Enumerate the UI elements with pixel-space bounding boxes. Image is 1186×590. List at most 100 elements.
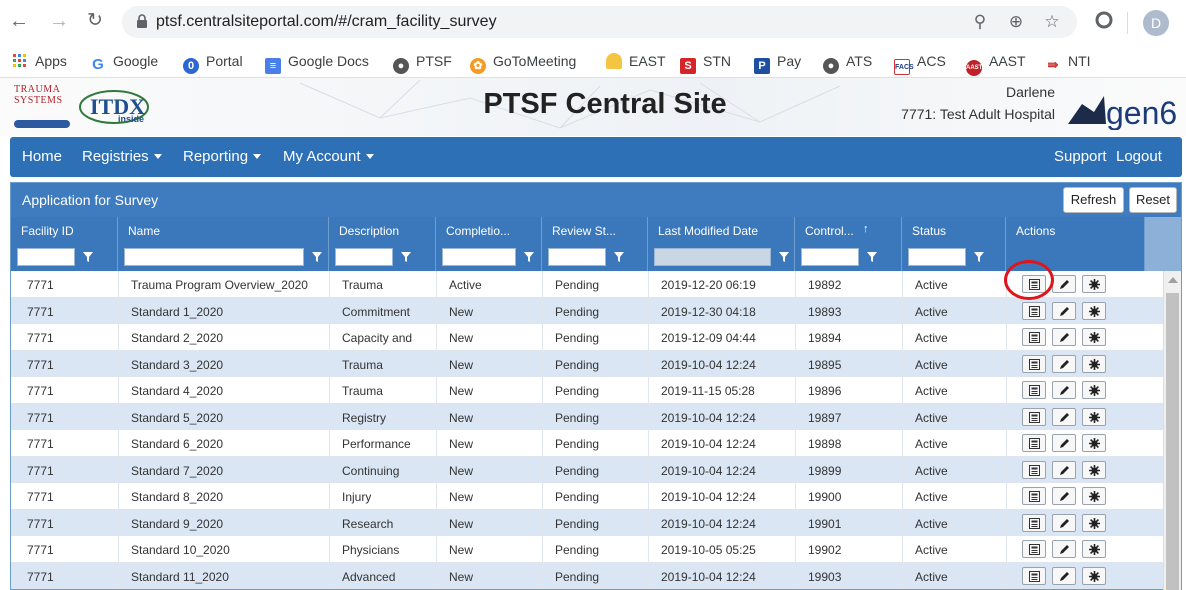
- view-button[interactable]: [1022, 513, 1046, 532]
- settings-button[interactable]: [1082, 328, 1106, 346]
- bookmark-pay[interactable]: P Pay: [754, 52, 801, 74]
- settings-button[interactable]: [1082, 407, 1106, 426]
- bookmark-apps[interactable]: Apps: [12, 52, 67, 72]
- extension-icon[interactable]: [1094, 10, 1114, 30]
- settings-button[interactable]: [1082, 434, 1106, 452]
- table-row[interactable]: 7771 Standard 8_2020 Injury New Pending 2019-…: [11, 483, 1163, 510]
- table-row[interactable]: 7771 Standard 1_2020 Commitment New Pending 2…: [11, 297, 1163, 324]
- filter-input-description[interactable]: [335, 248, 393, 266]
- table-row[interactable]: 7771 Standard 11_2020 Advanced New Pending 20…: [11, 562, 1163, 589]
- filter-input-facility-id[interactable]: [17, 248, 75, 266]
- filter-funnel-icon[interactable]: [401, 252, 411, 262]
- filter-funnel-icon[interactable]: [614, 252, 624, 262]
- filter-funnel-icon[interactable]: [779, 252, 789, 262]
- edit-button[interactable]: [1052, 540, 1076, 558]
- back-arrow-icon[interactable]: ←: [6, 8, 32, 34]
- table-row[interactable]: 7771 Standard 7_2020 Continuing New Pending 2…: [11, 456, 1163, 483]
- profile-avatar[interactable]: D: [1143, 10, 1169, 36]
- bookmark-stn[interactable]: S STN: [680, 52, 731, 74]
- filter-funnel-icon[interactable]: [974, 252, 984, 262]
- filter-input-control[interactable]: [801, 248, 859, 266]
- filter-funnel-icon[interactable]: [83, 252, 93, 262]
- settings-button[interactable]: [1082, 460, 1106, 479]
- filter-input-last-modified-date[interactable]: [654, 248, 771, 266]
- bookmark-google[interactable]: G Google: [90, 52, 158, 73]
- settings-button[interactable]: [1082, 487, 1106, 505]
- settings-button[interactable]: [1082, 513, 1106, 532]
- address-bar[interactable]: ptsf.centralsiteportal.com/#/cram_facili…: [122, 6, 1077, 38]
- edit-button[interactable]: [1052, 566, 1076, 585]
- settings-button[interactable]: [1082, 354, 1106, 373]
- table-row[interactable]: 7771 Standard 6_2020 Performance New Pending…: [11, 430, 1163, 457]
- bookmark-portal[interactable]: 0 Portal: [183, 52, 243, 74]
- bookmark-google-docs[interactable]: ≡ Google Docs: [265, 52, 369, 74]
- settings-button[interactable]: [1082, 381, 1106, 399]
- filter-input-completion[interactable]: [442, 248, 516, 266]
- nav-logout[interactable]: Logout: [1116, 148, 1162, 165]
- table-row[interactable]: 7771 Standard 10_2020 Physicians New Pending…: [11, 536, 1163, 563]
- settings-button[interactable]: [1082, 275, 1106, 293]
- nav-my-account[interactable]: My Account: [283, 148, 374, 165]
- nav-home[interactable]: Home: [22, 148, 62, 165]
- edit-button[interactable]: [1052, 354, 1076, 373]
- bookmark-gotomeeting[interactable]: ✿ GoToMeeting: [470, 52, 576, 74]
- sort-ascending-icon[interactable]: ↑: [863, 223, 869, 235]
- key-icon[interactable]: ⚲: [970, 13, 990, 31]
- table-row[interactable]: 7771 Standard 3_2020 Trauma New Pending 2019-…: [11, 350, 1163, 377]
- table-row[interactable]: 7771 Trauma Program Overview_2020 Trauma Ac…: [11, 271, 1163, 298]
- edit-button[interactable]: [1052, 487, 1076, 505]
- edit-button[interactable]: [1052, 381, 1076, 399]
- column-header-completion[interactable]: Completio...: [436, 217, 542, 271]
- forward-arrow-icon[interactable]: →: [46, 8, 72, 34]
- column-header-last-modified-date[interactable]: Last Modified Date: [648, 217, 795, 271]
- table-row[interactable]: 7771 Standard 5_2020 Registry New Pending 201…: [11, 403, 1163, 430]
- view-button[interactable]: [1022, 487, 1046, 505]
- column-header-control[interactable]: Control... ↑: [795, 217, 902, 271]
- zoom-icon[interactable]: ⊕: [1006, 13, 1026, 31]
- view-button[interactable]: [1022, 566, 1046, 585]
- filter-input-review-status[interactable]: [548, 248, 606, 266]
- bookmark-ptsf[interactable]: ● PTSF: [393, 52, 452, 74]
- view-button[interactable]: [1022, 407, 1046, 426]
- edit-button[interactable]: [1052, 407, 1076, 426]
- filter-funnel-icon[interactable]: [867, 252, 877, 262]
- filter-funnel-icon[interactable]: [524, 252, 534, 262]
- filter-input-status[interactable]: [908, 248, 966, 266]
- column-header-review-status[interactable]: Review St...: [542, 217, 648, 271]
- view-button[interactable]: [1022, 328, 1046, 346]
- reload-icon[interactable]: ↻: [82, 8, 108, 34]
- view-button[interactable]: [1022, 354, 1046, 373]
- view-button[interactable]: [1022, 301, 1046, 320]
- edit-button[interactable]: [1052, 513, 1076, 532]
- bookmark-ats[interactable]: ● ATS: [823, 52, 872, 74]
- nav-registries[interactable]: Registries: [82, 148, 162, 165]
- nav-support[interactable]: Support: [1054, 148, 1107, 165]
- edit-button[interactable]: [1052, 301, 1076, 320]
- column-header-name[interactable]: Name: [118, 217, 329, 271]
- bookmark-aast[interactable]: AAST AAST: [966, 52, 1026, 76]
- filter-funnel-icon[interactable]: [312, 252, 322, 262]
- bookmark-east[interactable]: EAST: [606, 52, 666, 72]
- view-button[interactable]: [1022, 540, 1046, 558]
- nav-reporting[interactable]: Reporting: [183, 148, 262, 165]
- star-bookmark-icon[interactable]: ☆: [1042, 13, 1062, 31]
- edit-button[interactable]: [1052, 434, 1076, 452]
- column-header-status[interactable]: Status: [902, 217, 1006, 271]
- settings-button[interactable]: [1082, 540, 1106, 558]
- column-header-facility-id[interactable]: Facility ID: [11, 217, 118, 271]
- column-header-description[interactable]: Description: [329, 217, 436, 271]
- settings-button[interactable]: [1082, 301, 1106, 320]
- bookmark-acs[interactable]: FACS ACS: [894, 52, 946, 75]
- scrollbar-thumb[interactable]: [1166, 293, 1179, 590]
- edit-button[interactable]: [1052, 275, 1076, 293]
- bookmark-nti[interactable]: ⇛ NTI: [1045, 52, 1091, 72]
- table-row[interactable]: 7771 Standard 9_2020 Research New Pending 201…: [11, 509, 1163, 536]
- table-row[interactable]: 7771 Standard 4_2020 Trauma New Pending 2019-…: [11, 377, 1163, 404]
- edit-button[interactable]: [1052, 460, 1076, 479]
- edit-button[interactable]: [1052, 328, 1076, 346]
- reset-button[interactable]: Reset: [1129, 187, 1177, 213]
- view-button[interactable]: [1022, 460, 1046, 479]
- scroll-up-arrow-icon[interactable]: [1168, 277, 1178, 283]
- refresh-button[interactable]: Refresh: [1063, 187, 1124, 213]
- table-row[interactable]: 7771 Standard 2_2020 Capacity and New Pendin…: [11, 324, 1163, 351]
